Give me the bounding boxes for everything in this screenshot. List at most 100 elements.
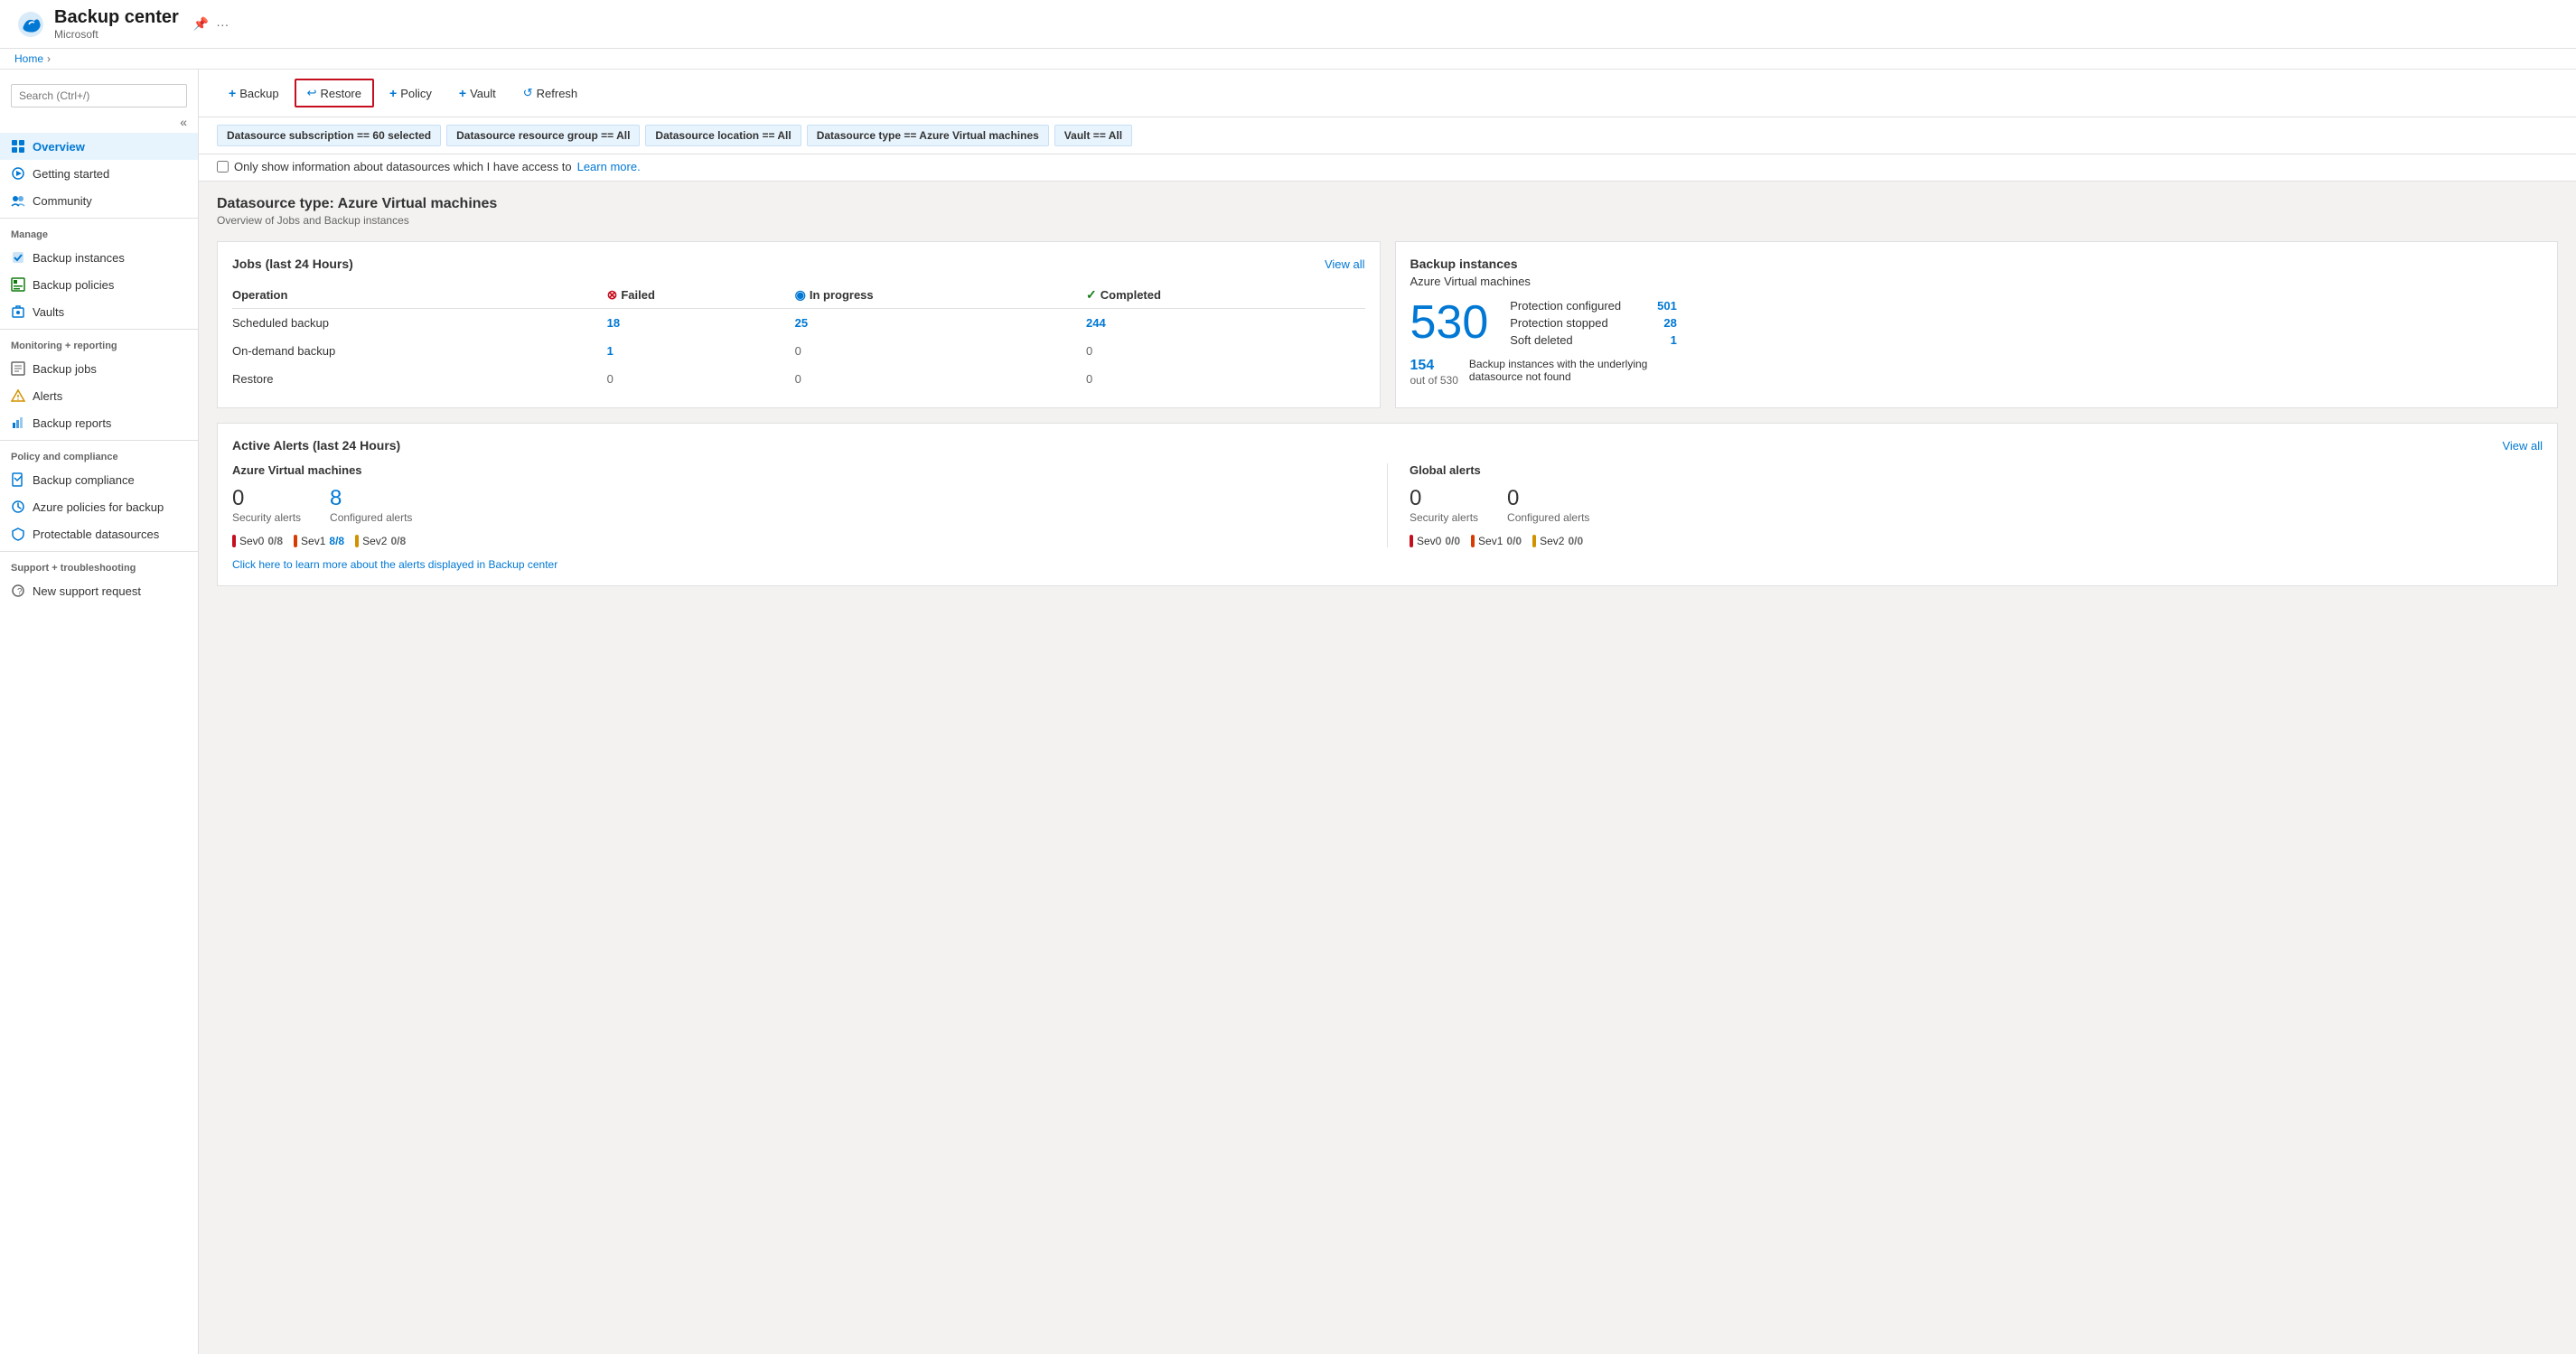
sidebar-item-protectable-datasources[interactable]: Protectable datasources (0, 520, 198, 547)
sidebar-item-alerts[interactable]: Alerts (0, 382, 198, 409)
filter-vault-text: Vault == (1064, 129, 1109, 142)
bi-main-section: 530 Protection configured 501 Protection… (1410, 299, 2543, 347)
backup-compliance-icon (11, 472, 25, 487)
progress-scheduled[interactable]: 25 (795, 309, 1086, 338)
sev1-value: 8/8 (329, 535, 344, 547)
app-header: Backup center Microsoft 📌 ··· (0, 0, 2576, 49)
sidebar-item-azure-policies[interactable]: Azure policies for backup (0, 493, 198, 520)
bi-stats-list: Protection configured 501 Protection sto… (1510, 299, 1677, 347)
global-sev1-value: 0/0 (1506, 535, 1522, 547)
sidebar-item-new-support-request[interactable]: ? New support request (0, 577, 198, 604)
sidebar-item-alerts-label: Alerts (33, 389, 62, 403)
alerts-global-metrics: 0 Security alerts 0 Configured alerts (1410, 486, 2543, 524)
policy-button-label: Policy (400, 87, 432, 100)
learn-more-link[interactable]: Learn more. (577, 160, 641, 173)
sidebar-item-backup-policies[interactable]: Backup policies (0, 271, 198, 298)
filter-type[interactable]: Datasource type == Azure Virtual machine… (807, 125, 1049, 146)
overview-icon (11, 139, 25, 154)
sidebar-item-community[interactable]: Community (0, 187, 198, 214)
pin-icon[interactable]: 📌 (193, 16, 209, 32)
sidebar-item-overview-label: Overview (33, 140, 85, 154)
bi-stat-configured-value[interactable]: 501 (1657, 299, 1677, 313)
restore-button[interactable]: ↩ Restore (295, 79, 374, 107)
filter-subscription-text: Datasource subscription == (227, 129, 372, 142)
completed-scheduled[interactable]: 244 (1086, 309, 1364, 338)
bi-footnote-out-of: out of 530 (1410, 374, 1458, 387)
alerts-vm-security-count: 0 (232, 486, 301, 511)
sidebar-item-backup-instances[interactable]: Backup instances (0, 244, 198, 271)
failed-scheduled[interactable]: 18 (607, 309, 795, 338)
sidebar-item-getting-started[interactable]: Getting started (0, 160, 198, 187)
search-box[interactable] (0, 77, 198, 115)
filter-vault[interactable]: Vault == All (1054, 125, 1132, 146)
sidebar-item-vaults[interactable]: Vaults (0, 298, 198, 325)
filter-type-value: Azure Virtual machines (919, 129, 1039, 142)
global-sev2-dot (1532, 535, 1536, 547)
alerts-vm-security: 0 Security alerts (232, 486, 301, 524)
app-subtitle: Microsoft (54, 28, 179, 41)
access-checkbox[interactable] (217, 161, 229, 173)
community-icon (11, 193, 25, 208)
filter-resource-group-value: All (616, 129, 630, 142)
alerts-learn-more-link[interactable]: Click here to learn more about the alert… (232, 558, 2543, 571)
jobs-view-all-link[interactable]: View all (1325, 257, 1365, 271)
breadcrumb: Home › (0, 49, 2576, 70)
sidebar-item-backup-compliance[interactable]: Backup compliance (0, 466, 198, 493)
search-input[interactable] (11, 84, 187, 107)
bi-stat-soft-deleted-value[interactable]: 1 (1671, 333, 1677, 347)
progress-restore: 0 (795, 365, 1086, 393)
alerts-card: Active Alerts (last 24 Hours) View all A… (217, 423, 2558, 586)
breadcrumb-sep: › (47, 52, 51, 65)
table-row: Restore 0 0 0 (232, 365, 1365, 393)
bi-stat-stopped: Protection stopped 28 (1510, 316, 1677, 330)
global-sev0-value: 0/0 (1445, 535, 1460, 547)
sidebar-item-backup-jobs[interactable]: Backup jobs (0, 355, 198, 382)
alerts-global-configured: 0 Configured alerts (1507, 486, 1589, 524)
alerts-global-title: Global alerts (1410, 463, 2543, 477)
alerts-global-security-count: 0 (1410, 486, 1478, 511)
alerts-vm-section: Azure Virtual machines 0 Security alerts… (232, 463, 1387, 547)
filter-location[interactable]: Datasource location == All (645, 125, 801, 146)
filter-type-text: Datasource type == (817, 129, 920, 142)
monitoring-section-label: Monitoring + reporting (0, 329, 198, 355)
failed-ondemand[interactable]: 1 (607, 337, 795, 365)
policy-button[interactable]: + Policy (378, 79, 444, 107)
sidebar-item-backup-reports[interactable]: Backup reports (0, 409, 198, 436)
sidebar-item-overview[interactable]: Overview (0, 133, 198, 160)
backup-button[interactable]: + Backup (217, 79, 291, 107)
bi-stat-stopped-value[interactable]: 28 (1663, 316, 1676, 330)
alerts-vm-configured-count: 8 (330, 486, 412, 511)
sev-vm-1: Sev1 8/8 (294, 535, 344, 547)
breadcrumb-home[interactable]: Home (14, 52, 43, 65)
filter-subscription[interactable]: Datasource subscription == 60 selected (217, 125, 441, 146)
alerts-view-all-link[interactable]: View all (2502, 439, 2543, 453)
refresh-button[interactable]: ↺ Refresh (511, 79, 589, 107)
collapse-button[interactable]: « (180, 115, 187, 129)
filter-resource-group[interactable]: Datasource resource group == All (446, 125, 640, 146)
sev0-label: Sev0 (239, 535, 264, 547)
getting-started-icon (11, 166, 25, 181)
sidebar-item-backup-jobs-label: Backup jobs (33, 362, 97, 376)
vault-button[interactable]: + Vault (447, 79, 508, 107)
bi-card-title: Backup instances (1410, 257, 2543, 271)
sidebar-item-backup-policies-label: Backup policies (33, 278, 114, 292)
sidebar-item-backup-compliance-label: Backup compliance (33, 473, 135, 487)
datasource-type-subtitle: Overview of Jobs and Backup instances (217, 214, 2558, 227)
collapse-btn-container: « (0, 115, 198, 133)
alerts-global-configured-count: 0 (1507, 486, 1589, 511)
filter-location-value: All (777, 129, 791, 142)
bi-footnote-desc: Backup instances with the underlying dat… (1469, 358, 1686, 387)
sidebar-item-getting-started-label: Getting started (33, 167, 109, 181)
more-icon[interactable]: ··· (216, 17, 229, 32)
filters-bar: Datasource subscription == 60 selected D… (199, 117, 2576, 154)
sev-global-0: Sev0 0/0 (1410, 535, 1460, 547)
filter-subscription-value: 60 selected (372, 129, 431, 142)
bi-stat-soft-deleted-label: Soft deleted (1510, 333, 1572, 347)
support-icon: ? (11, 584, 25, 598)
table-row: On-demand backup 1 0 0 (232, 337, 1365, 365)
op-ondemand: On-demand backup (232, 337, 607, 365)
alerts-vm-configured: 8 Configured alerts (330, 486, 412, 524)
global-sev1-dot (1471, 535, 1475, 547)
plus-icon: + (229, 86, 236, 100)
jobs-card-header: Jobs (last 24 Hours) View all (232, 257, 1365, 271)
